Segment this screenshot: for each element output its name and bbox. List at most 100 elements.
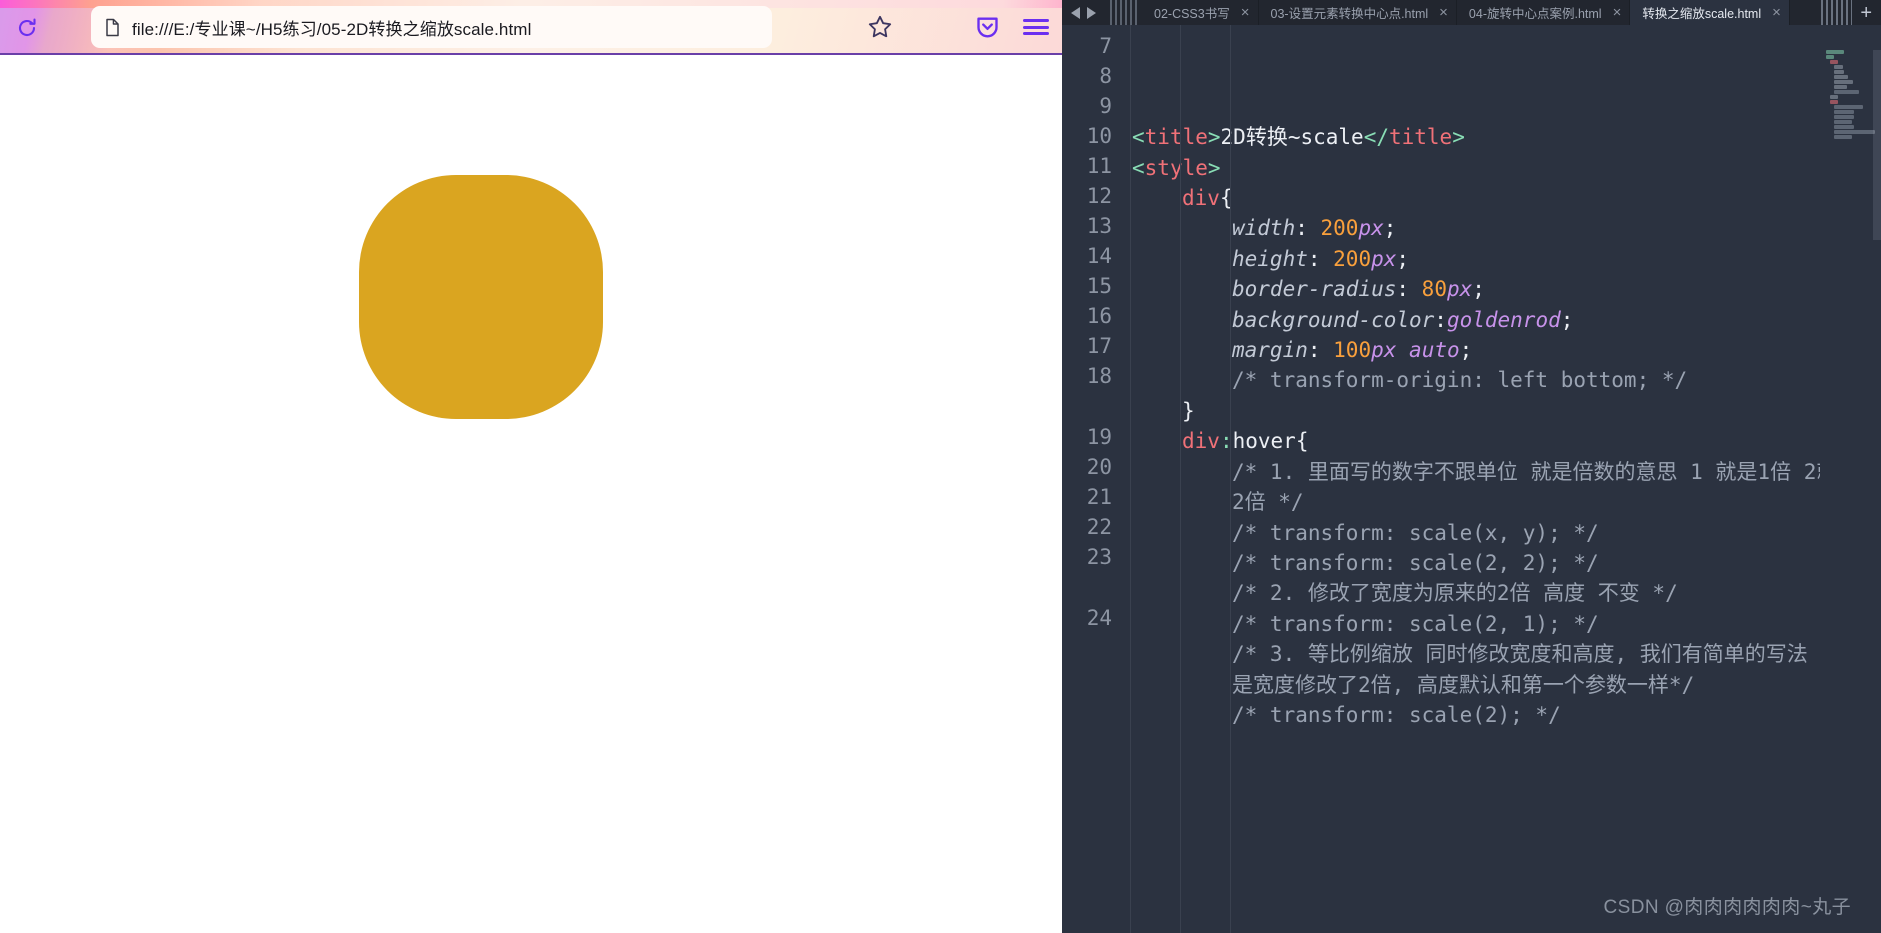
code-token: /* transform: scale(2); */: [1232, 702, 1561, 727]
code-area: 7 8 9 10 11 12 13 14 15 16 17 18 19 20 21 22 23 24 <title…: [1062, 25, 1881, 933]
code-token: <: [1132, 125, 1145, 150]
minimap-line: [1834, 85, 1848, 89]
minimap-line: [1834, 70, 1844, 74]
code-line: }: [1132, 396, 1881, 426]
editor-tab-bar: 02-CSS3书写 × 03-设置元素转换中心点.html × 04-旋转中心点案例.h…: [1062, 0, 1881, 25]
close-icon[interactable]: ×: [1439, 5, 1448, 20]
tab-drag-handle[interactable]: [1107, 0, 1139, 25]
tab-overflow-handle[interactable]: [1818, 0, 1853, 25]
new-tab-button[interactable]: +: [1860, 3, 1875, 23]
minimap-line: [1834, 120, 1853, 124]
code-line: /* transform: scale(2); */: [1132, 700, 1881, 730]
arrow-left-icon[interactable]: [1070, 6, 1080, 19]
close-icon[interactable]: ×: [1613, 5, 1622, 20]
code-token: 100: [1333, 338, 1372, 363]
code-token: /* 3. 等比例缩放 同时修改宽度和高度, 我们有简单的写法 以下是宽度修改了…: [1232, 642, 1876, 697]
code-token: px: [1371, 246, 1397, 271]
editor-tab[interactable]: 04-旋转中心点案例.html ×: [1456, 0, 1631, 25]
code-content[interactable]: <title>2D转换~scale</title> <style> div{widt…: [1124, 25, 1881, 933]
code-token: title: [1144, 125, 1208, 150]
code-token: 2D转换~scale: [1220, 125, 1364, 150]
bookmark-button[interactable]: [866, 13, 894, 41]
code-token: {: [1295, 429, 1309, 454]
code-token: goldenrod: [1446, 307, 1561, 332]
line-number: 22: [1086, 515, 1112, 539]
code-line: div:hover{: [1132, 426, 1881, 456]
editor-tab[interactable]: 03-设置元素转换中心点.html ×: [1258, 0, 1457, 25]
code-token: :: [1219, 429, 1233, 454]
line-number: 24: [1086, 606, 1112, 630]
code-token: :: [1396, 277, 1422, 302]
page-viewport: [0, 55, 1062, 933]
line-number: 16: [1086, 304, 1112, 328]
tab-navigation-arrows[interactable]: [1062, 0, 1104, 25]
code-token: /* transform: scale(2, 1); */: [1232, 611, 1599, 636]
code-line: div{: [1132, 183, 1881, 213]
address-bar[interactable]: file:///E:/专业课~/H5练习/05-2D转换之缩放scale.htm…: [91, 6, 772, 48]
reload-button[interactable]: [8, 9, 46, 47]
code-token: style: [1144, 155, 1208, 180]
line-number: 15: [1086, 274, 1112, 298]
close-icon[interactable]: ×: [1772, 5, 1781, 20]
code-token: div: [1182, 429, 1220, 454]
code-token: /* transform-origin: left bottom; */: [1232, 368, 1688, 393]
code-token: div: [1182, 186, 1220, 211]
line-number: 14: [1086, 244, 1112, 268]
code-line: /* 1. 里面写的数字不跟单位 就是倍数的意思 1 就是1倍 2就是 2倍 *…: [1132, 457, 1881, 518]
editor-scrollbar-thumb[interactable]: [1873, 50, 1881, 240]
code-token: ;: [1383, 216, 1397, 241]
code-token: ;: [1459, 338, 1473, 363]
code-token: 200: [1333, 246, 1372, 271]
code-line: /* transform: scale(2, 1); */: [1132, 609, 1881, 639]
code-token: 200: [1320, 216, 1359, 241]
pocket-button[interactable]: [972, 12, 1002, 42]
code-line: <title>2D转换~scale</title>: [1132, 122, 1881, 152]
minimap-line: [1834, 80, 1853, 84]
editor-tab-label: 02-CSS3书写: [1154, 7, 1230, 21]
close-icon[interactable]: ×: [1241, 5, 1250, 20]
code-token: ;: [1396, 246, 1410, 271]
minimap-line: [1834, 115, 1855, 119]
code-token: height: [1232, 246, 1308, 271]
application-menu-button[interactable]: [1022, 13, 1050, 41]
minimap-line: [1834, 75, 1848, 79]
arrow-right-icon[interactable]: [1086, 6, 1096, 19]
goldenrod-demo-box[interactable]: [359, 175, 603, 419]
line-number: 11: [1086, 154, 1112, 178]
code-token: /* transform: scale(2, 2); */: [1232, 550, 1599, 575]
editor-tab[interactable]: 转换之缩放scale.html ×: [1630, 0, 1790, 25]
minimap-line: [1834, 125, 1855, 129]
editor-tab-label: 03-设置元素转换中心点.html: [1270, 7, 1429, 21]
code-line: height: 200px;: [1132, 244, 1881, 274]
browser-toolbar: file:///E:/专业课~/H5练习/05-2D转换之缩放scale.htm…: [0, 0, 1062, 55]
code-line: /* transform-origin: left bottom; */: [1132, 365, 1881, 395]
editor-tab[interactable]: 02-CSS3书写 ×: [1142, 0, 1259, 25]
code-token: 80: [1421, 277, 1447, 302]
code-token: :: [1307, 338, 1334, 363]
code-line: /* transform: scale(2, 2); */: [1132, 548, 1881, 578]
line-number: 12: [1086, 184, 1112, 208]
editor-tab-label: 转换之缩放scale.html: [1642, 7, 1762, 21]
code-token: <: [1132, 155, 1145, 180]
firefox-browser-window: file:///E:/专业课~/H5练习/05-2D转换之缩放scale.htm…: [0, 0, 1062, 933]
minimap-line: [1834, 135, 1853, 139]
line-number: 17: [1086, 334, 1112, 358]
code-token: >: [1207, 125, 1221, 150]
code-line: width: 200px;: [1132, 213, 1881, 243]
code-token: >: [1452, 125, 1465, 150]
screen-root: file:///E:/专业课~/H5练习/05-2D转换之缩放scale.htm…: [0, 0, 1881, 933]
code-line: border-radius: 80px;: [1132, 274, 1881, 304]
code-token: border-radius: [1232, 277, 1397, 302]
code-token: /* 1. 里面写的数字不跟单位 就是倍数的意思 1 就是1倍 2就是 2倍 *…: [1232, 459, 1858, 515]
code-line: margin: 100px auto;: [1132, 335, 1881, 365]
line-number: 20: [1086, 455, 1112, 479]
code-token: >: [1207, 155, 1221, 180]
line-number: 23: [1086, 545, 1112, 569]
code-token: /* transform: scale(x, y); */: [1232, 520, 1599, 545]
code-token: auto: [1409, 338, 1460, 363]
code-token: ;: [1472, 277, 1485, 302]
tab-bar-actions: +: [1818, 0, 1881, 25]
minimap-line: [1834, 90, 1860, 94]
code-token: {: [1219, 186, 1233, 211]
editor-minimap[interactable]: [1820, 50, 1881, 933]
